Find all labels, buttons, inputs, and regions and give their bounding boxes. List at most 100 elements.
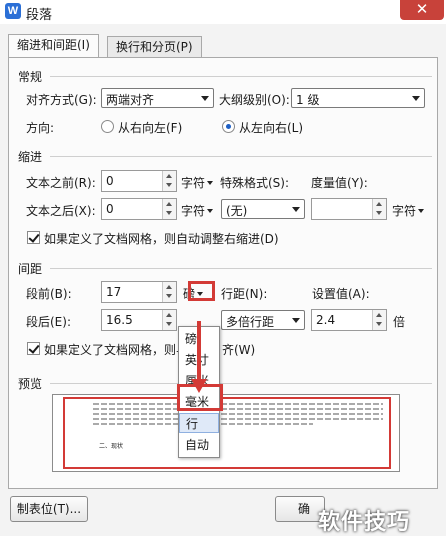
spin-down-icon [166, 183, 172, 187]
set-value-label: 设置值(A): [312, 287, 370, 301]
radio-left-to-right-label[interactable]: 从左向右(L) [239, 119, 303, 136]
watermark-text: 软件技巧 [318, 510, 411, 535]
spin-down-icon [166, 322, 172, 326]
direction-label: 方向: [26, 121, 55, 135]
section-indent: 缩进 [18, 150, 43, 164]
special-format-value: (无) [226, 204, 248, 218]
spin-down-icon [376, 322, 382, 326]
measure-label: 度量值(Y): [311, 176, 368, 190]
section-divider [50, 76, 432, 77]
chevron-down-icon [418, 209, 425, 213]
outline-level-value: 1 级 [296, 93, 320, 107]
radio-right-to-left-label[interactable]: 从右向左(F) [118, 119, 182, 136]
spacing-grid-checkbox[interactable] [27, 342, 40, 355]
spin-up-icon [376, 202, 382, 206]
indent-after-unit[interactable]: 字符 [181, 202, 214, 219]
special-format-select[interactable]: (无) [221, 199, 305, 219]
indent-after-label: 文本之后(X): [26, 204, 96, 218]
indent-before-label: 文本之前(R): [26, 176, 96, 190]
outline-level-label: 大纲级别(O): [219, 93, 290, 107]
measure-unit[interactable]: 字符 [392, 202, 425, 219]
dialog-title: 段落 [26, 8, 53, 23]
unit-label: 字符 [181, 176, 206, 190]
line-spacing-label: 行距(N): [221, 287, 268, 301]
spinner-buttons[interactable] [372, 310, 386, 330]
spin-up-icon [166, 174, 172, 178]
tabs-button[interactable]: 制表位(T)... [10, 496, 88, 522]
set-value-input[interactable]: 2.4 [311, 309, 387, 331]
preview-sample-text: 二、现状 [99, 443, 124, 450]
chevron-down-icon [201, 96, 209, 101]
spin-down-icon [376, 211, 382, 215]
space-after-value: 16.5 [106, 313, 133, 327]
section-divider [50, 383, 432, 384]
line-spacing-select[interactable]: 多倍行距 [221, 310, 305, 330]
spin-up-icon [166, 202, 172, 206]
alignment-value: 两端对齐 [106, 93, 155, 107]
indent-grid-checkbox-label[interactable]: 如果定义了文档网格，则自动调整右缩进(D) [44, 230, 279, 247]
chevron-down-icon [207, 209, 214, 213]
tab-indent-spacing[interactable]: 缩进和间距(I) [8, 34, 99, 58]
space-before-label: 段前(B): [26, 287, 72, 301]
alignment-select[interactable]: 两端对齐 [101, 88, 214, 108]
chevron-down-icon [292, 207, 300, 212]
unit-option-auto[interactable]: 自动 [179, 435, 219, 455]
set-value-unit: 倍 [393, 315, 406, 329]
title-bar: W 段落 ✕ [0, 0, 446, 24]
alignment-label: 对齐方式(G): [26, 93, 97, 107]
preview-line [93, 418, 383, 420]
section-spacing: 间距 [18, 262, 43, 276]
indent-grid-checkbox[interactable] [27, 231, 40, 244]
spinner-buttons[interactable] [162, 171, 176, 191]
section-general: 常规 [18, 70, 43, 84]
spin-up-icon [376, 313, 382, 317]
outline-level-select[interactable]: 1 级 [291, 88, 425, 108]
unit-option-line[interactable]: 行 [179, 413, 219, 433]
red-arrow-icon [197, 321, 201, 383]
tab-line-page-breaks[interactable]: 换行和分页(P) [107, 36, 202, 58]
spacing-grid-checkbox-label[interactable]: 如果定义了文档网格，则与 [44, 341, 188, 358]
preview-line [93, 403, 383, 405]
spinner-buttons[interactable] [162, 282, 176, 302]
space-before-input[interactable]: 17 [101, 281, 177, 303]
indent-before-value: 0 [106, 174, 114, 188]
space-before-value: 17 [106, 285, 122, 299]
close-button[interactable]: ✕ [400, 0, 444, 20]
unit-label: 字符 [392, 204, 417, 218]
preview-line [93, 413, 383, 415]
unit-label: 字符 [181, 204, 206, 218]
measure-input[interactable] [311, 198, 387, 220]
indent-after-value: 0 [106, 202, 114, 216]
spin-up-icon [166, 313, 172, 317]
indent-after-input[interactable]: 0 [101, 198, 177, 220]
wps-logo-icon: W [5, 3, 21, 19]
spin-up-icon [166, 285, 172, 289]
dialog-body: 缩进和间距(I) 换行和分页(P) 常规 对齐方式(G): 两端对齐 大纲级别(… [0, 24, 446, 536]
spinner-buttons[interactable] [372, 199, 386, 219]
chevron-down-icon [292, 318, 300, 323]
indent-before-unit[interactable]: 字符 [181, 174, 214, 191]
preview-box: 二、现状 [52, 394, 400, 472]
chevron-down-icon [412, 96, 420, 101]
spinner-buttons[interactable] [162, 199, 176, 219]
spacing-grid-checkbox-label-tail[interactable]: 齐(W) [222, 341, 255, 358]
highlight-box-unit-arrow [188, 281, 215, 301]
special-format-label: 特殊格式(S): [220, 176, 290, 190]
space-after-input[interactable]: 16.5 [101, 309, 177, 331]
line-spacing-value: 多倍行距 [226, 315, 275, 329]
radio-right-to-left[interactable] [101, 120, 114, 133]
chevron-down-icon [207, 181, 214, 185]
space-after-label: 段后(E): [26, 315, 71, 329]
set-value-value: 2.4 [316, 313, 336, 327]
radio-left-to-right[interactable] [222, 120, 235, 133]
highlight-box-line-option [177, 384, 223, 411]
section-divider [50, 268, 432, 269]
spinner-buttons[interactable] [162, 310, 176, 330]
spin-down-icon [166, 294, 172, 298]
spin-down-icon [166, 211, 172, 215]
section-preview: 预览 [18, 377, 43, 391]
preview-line [93, 408, 383, 410]
preview-page: 二、现状 [63, 397, 391, 469]
section-divider [50, 156, 432, 157]
indent-before-input[interactable]: 0 [101, 170, 177, 192]
